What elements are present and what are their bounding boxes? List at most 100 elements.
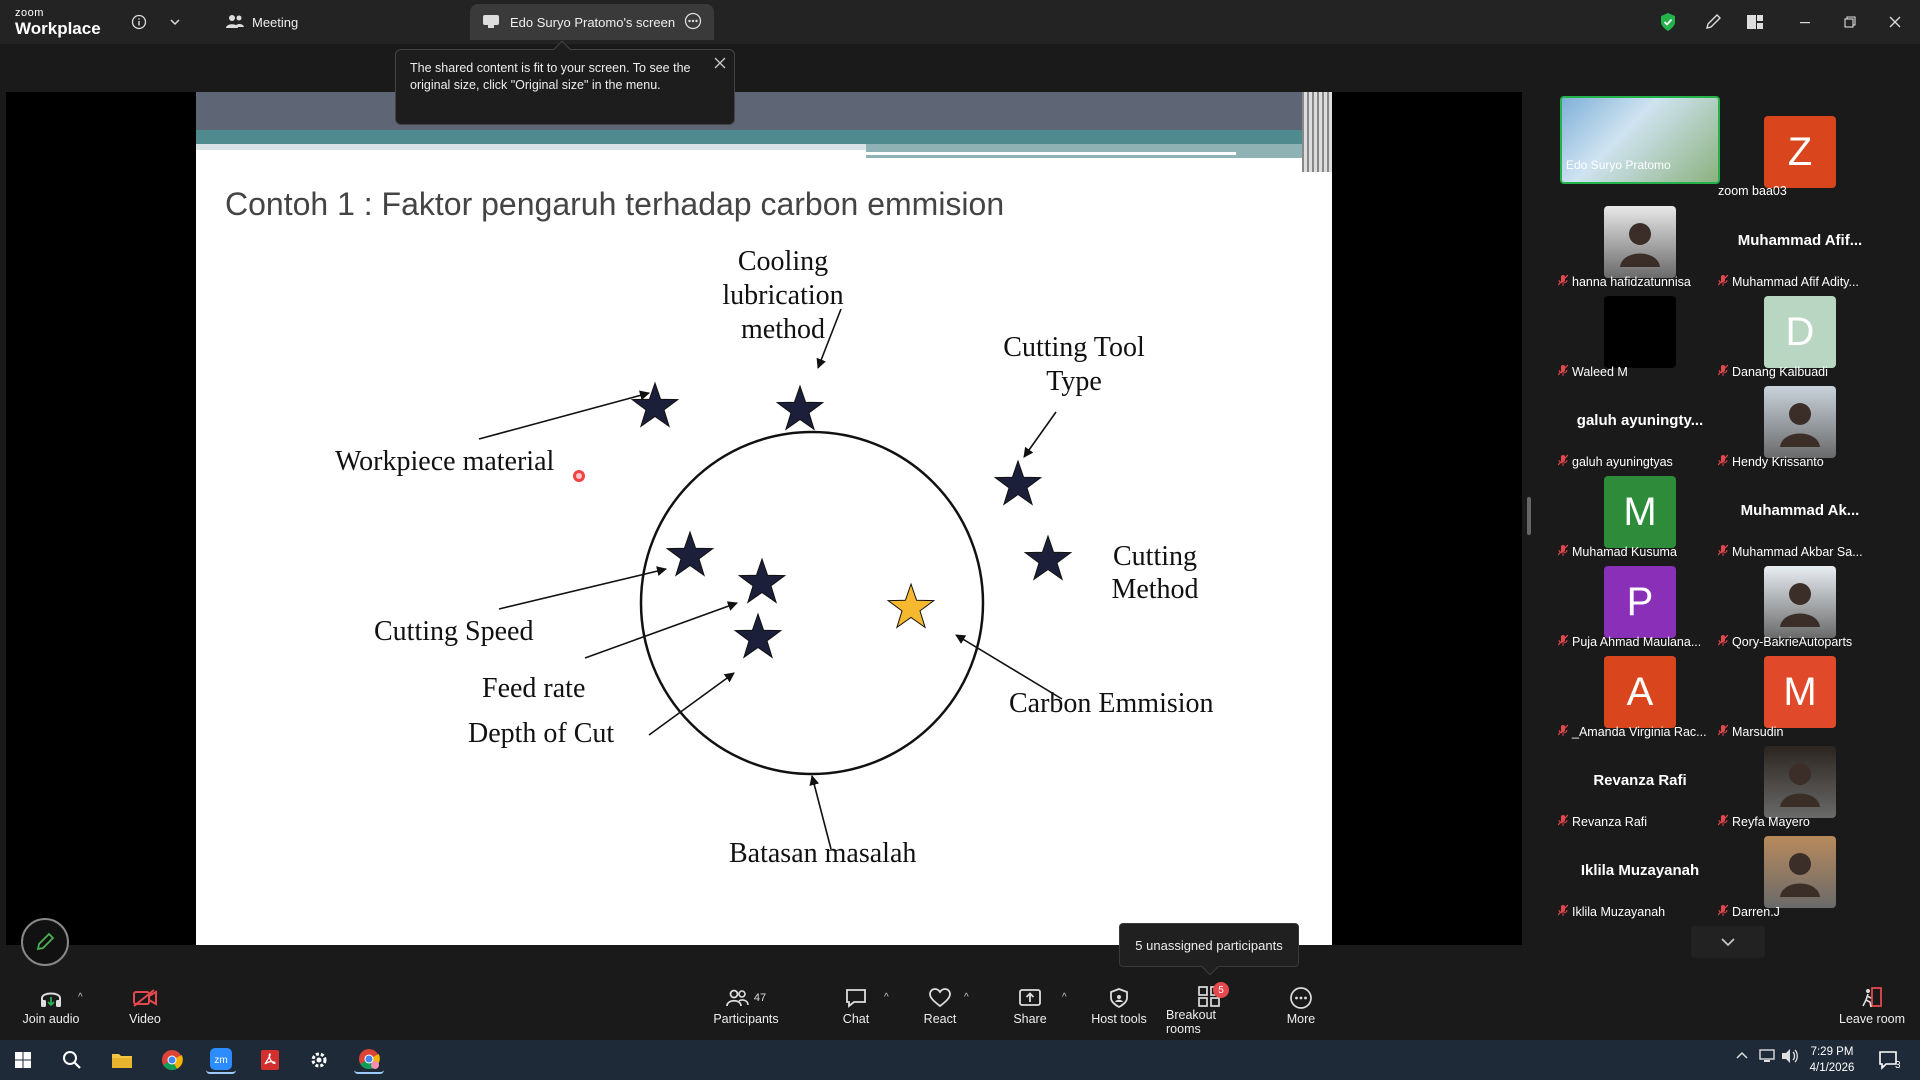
host-tools-button[interactable]: Host tools [1090, 984, 1148, 1036]
star-depth-of-cut [733, 612, 783, 659]
pdf-reader-icon[interactable] [255, 1046, 285, 1074]
breakout-rooms-button[interactable]: 5 Breakout rooms [1166, 982, 1252, 1036]
windows-start-icon[interactable] [8, 1046, 38, 1074]
mic-muted-icon [1718, 634, 1729, 649]
close-icon[interactable] [1879, 8, 1911, 36]
arrow-feed-rate [584, 601, 738, 659]
participant-tile[interactable]: M Muhamad Kusuma [1552, 472, 1728, 564]
restore-icon[interactable] [1834, 8, 1866, 36]
mic-muted-icon [1558, 814, 1569, 829]
tab-shared-screen[interactable]: Edo Suryo Pratomo's screen [470, 4, 714, 40]
mic-muted-icon [1718, 364, 1729, 379]
chat-caret-icon[interactable]: ^ [884, 992, 889, 1003]
view-layout-icon[interactable] [1743, 10, 1767, 34]
react-caret-icon[interactable]: ^ [964, 992, 969, 1003]
participant-display-name: Muhammad Ak... [1740, 502, 1860, 519]
react-button[interactable]: React [920, 984, 960, 1036]
participant-tile[interactable]: Qory-BakrieAutoparts [1712, 562, 1888, 654]
minimize-icon[interactable] [1789, 8, 1821, 36]
participant-tile[interactable]: galuh ayuningty... galuh ayuningtyas [1552, 382, 1728, 474]
label-cutting-tool-1: Cutting Tool [1003, 332, 1145, 363]
participant-tile[interactable]: Edo Suryo Pratomo [1552, 96, 1728, 204]
label-cooling-3: method [741, 314, 825, 345]
settings-gear-icon[interactable] [304, 1046, 334, 1074]
panel-resize-handle[interactable] [1527, 497, 1531, 535]
breakout-rooms-icon: 5 [1197, 982, 1229, 1008]
participant-tile[interactable]: Revanza Rafi Revanza Rafi [1552, 742, 1728, 834]
participant-tile[interactable]: Darren.J [1712, 832, 1888, 924]
heart-icon [928, 984, 952, 1012]
notifications-icon[interactable]: 3 [1874, 1046, 1904, 1074]
participant-display-name: Revanza Rafi [1593, 772, 1687, 789]
label-cutting-method-1: Cutting [1113, 541, 1197, 572]
taskbar-clock[interactable]: 7:29 PM 4/1/2026 [1797, 1044, 1867, 1076]
tab-meeting[interactable]: Meeting [216, 4, 308, 40]
participant-tile[interactable]: A _Amanda Virginia Rac... [1552, 652, 1728, 744]
annotate-floating-button[interactable] [21, 918, 69, 966]
chat-button[interactable]: Chat [838, 984, 874, 1036]
participant-photo [1764, 746, 1836, 818]
label-feed-rate: Feed rate [482, 673, 585, 704]
participant-tile[interactable]: Waleed M [1552, 292, 1728, 384]
mic-muted-icon [1558, 364, 1569, 379]
participant-photo [1764, 836, 1836, 908]
more-options-icon[interactable] [684, 12, 702, 33]
participant-name-label: _Amanda Virginia Rac... [1558, 724, 1707, 739]
tooltip-close-icon[interactable] [714, 56, 726, 73]
mic-muted-icon [1718, 454, 1729, 469]
tray-expand-icon[interactable] [1736, 1048, 1748, 1063]
participant-name-label: Muhammad Akbar Sa... [1718, 544, 1863, 559]
participant-name: galuh ayuningtyas [1572, 454, 1673, 469]
video-button[interactable]: Video [124, 984, 166, 1036]
tab-meeting-label: Meeting [252, 14, 299, 30]
shared-slide: Contoh 1 : Faktor pengaruh terhadap carb… [196, 92, 1332, 945]
participant-tile[interactable]: P Puja Ahmad Maulana... [1552, 562, 1728, 654]
zoom-taskbar-icon[interactable]: zm [206, 1046, 236, 1074]
brand-small: zoom [15, 7, 44, 19]
chrome-profile-icon[interactable] [354, 1046, 384, 1074]
more-button[interactable]: More [1286, 984, 1316, 1036]
share-button[interactable]: Share [1013, 984, 1047, 1036]
mic-muted-icon [1558, 454, 1569, 469]
participant-tile[interactable]: M Marsudin [1712, 652, 1888, 744]
annotate-pencil-icon[interactable] [1701, 10, 1725, 34]
chevron-down-icon[interactable] [163, 10, 187, 34]
audio-caret-icon[interactable]: ^ [78, 992, 83, 1003]
search-icon[interactable] [57, 1046, 87, 1074]
label-cutting-method-2: Method [1111, 574, 1198, 605]
arrow-cutting-tool [1023, 411, 1057, 458]
leave-room-button[interactable]: Leave room [1839, 984, 1905, 1036]
star-cutting-tool [993, 459, 1043, 506]
participant-avatar: Z [1764, 116, 1836, 188]
shield-check-icon[interactable] [1656, 10, 1680, 34]
zoom-window: zoom Workplace Meeting Edo Suryo Pratomo… [0, 0, 1920, 1080]
participant-tile[interactable]: D Danang Kalbuadi [1712, 292, 1888, 384]
participants-button[interactable]: 47 Participants [713, 984, 779, 1036]
share-caret-icon[interactable]: ^ [1062, 992, 1067, 1003]
participant-name: Revanza Rafi [1572, 814, 1648, 829]
participant-tile[interactable]: hanna hafidzatunnisa [1552, 202, 1728, 294]
participant-tile[interactable]: Iklila Muzayanah Iklila Muzayanah [1552, 832, 1728, 924]
unassigned-participants-popup[interactable]: 5 unassigned participants [1119, 923, 1299, 976]
share-label: Share [1013, 1012, 1047, 1026]
participant-tile[interactable]: Reyfa Mayero [1712, 742, 1888, 834]
participant-tile[interactable]: Hendy Krissanto [1712, 382, 1888, 474]
participant-tile[interactable]: Zzoom baa03 [1712, 112, 1888, 204]
gallery-scroll-down-icon[interactable] [1691, 926, 1765, 958]
shield-icon [1108, 984, 1130, 1012]
join-audio-button[interactable]: Join audio [20, 984, 82, 1036]
participant-tile[interactable]: Muhammad Ak... Muhammad Akbar Sa... [1712, 472, 1888, 564]
tab-shared-screen-label: Edo Suryo Pratomo's screen [510, 14, 676, 30]
network-icon[interactable] [1759, 1048, 1777, 1067]
star-cooling [775, 384, 825, 431]
pencil-icon [36, 932, 55, 951]
star-feed-rate [737, 557, 787, 604]
participant-name-label: Marsudin [1718, 724, 1783, 739]
info-icon[interactable] [127, 10, 151, 34]
participant-tile[interactable]: Muhammad Afif... Muhammad Afif Adity... [1712, 202, 1888, 294]
chrome-icon[interactable] [157, 1046, 187, 1074]
participant-name-label: hanna hafidzatunnisa [1558, 274, 1691, 289]
file-explorer-icon[interactable] [107, 1046, 137, 1074]
label-batasan: Batasan masalah [729, 838, 916, 869]
laser-pointer-center [576, 473, 582, 479]
